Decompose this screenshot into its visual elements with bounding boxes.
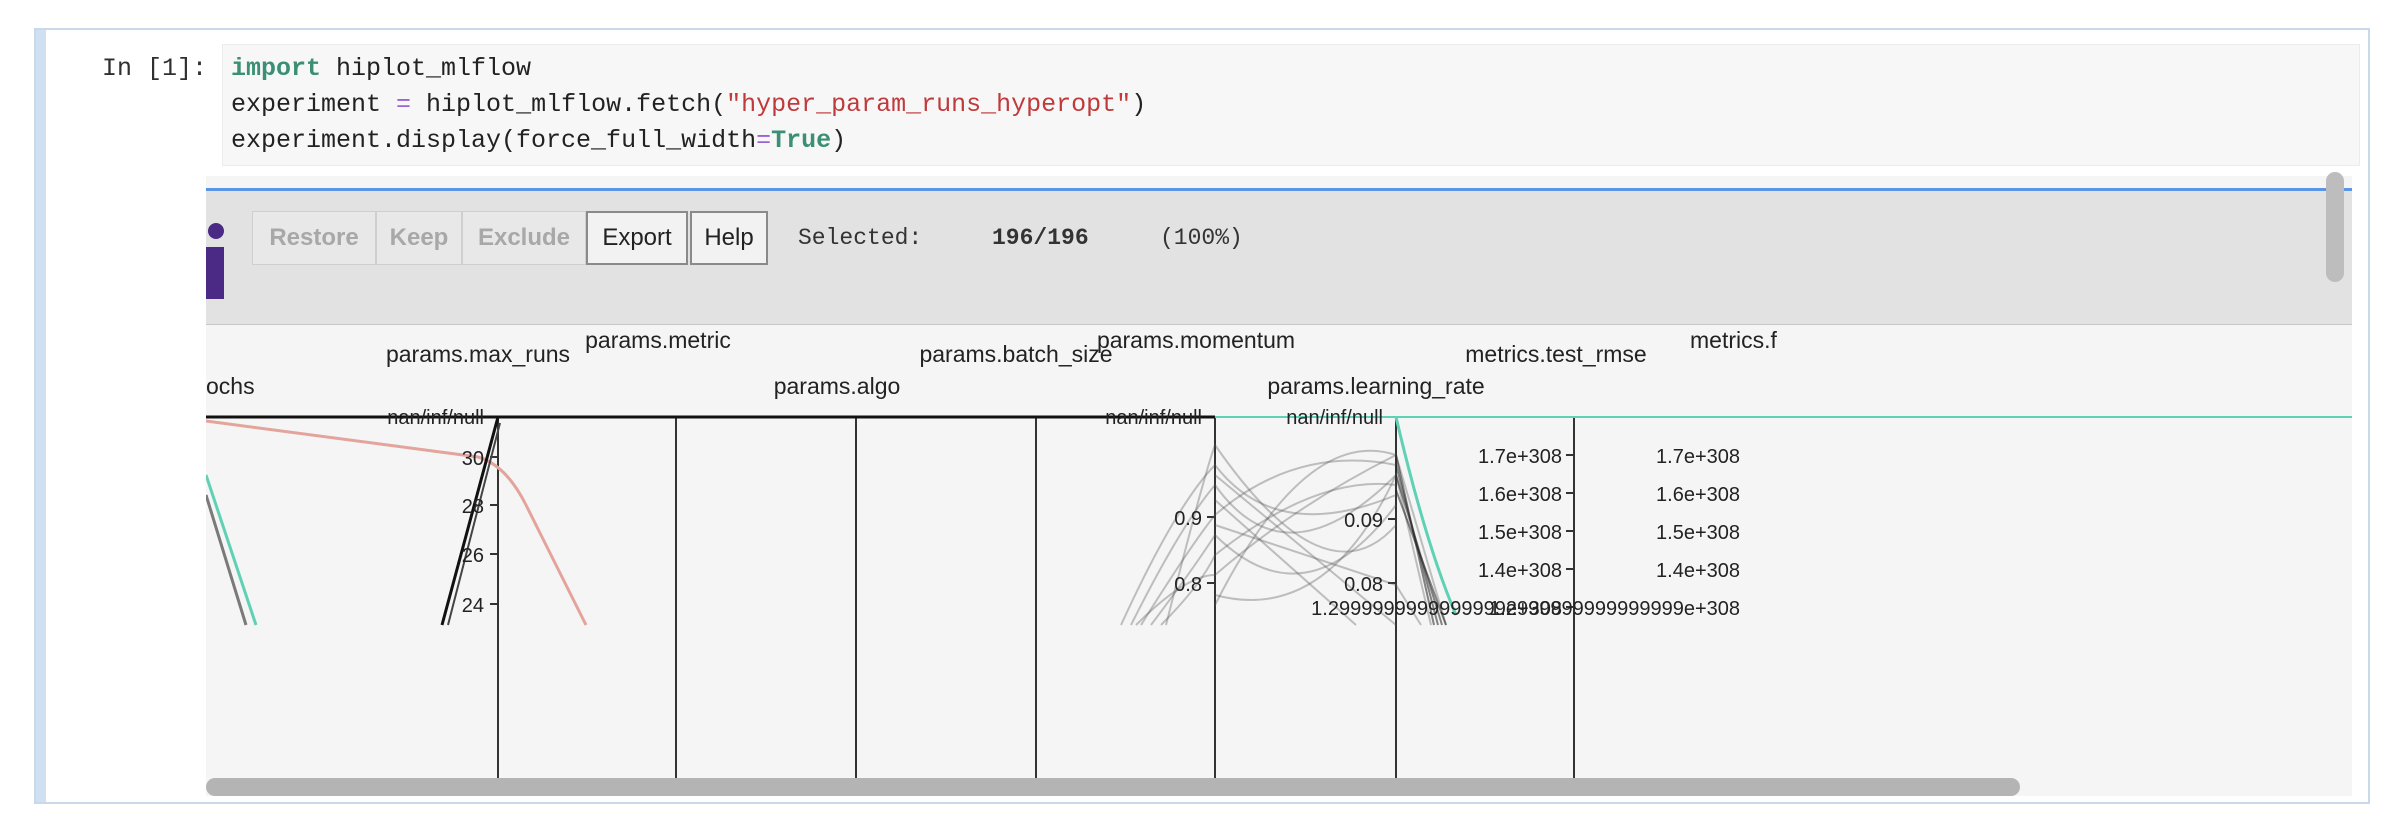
code-line-2: experiment = hiplot_mlflow.fetch("hyper_… [231, 87, 2359, 123]
tick-label: 1.5e+308 [1478, 522, 1562, 544]
hiplot-logo-icon [206, 223, 224, 299]
axis-line-algo [848, 416, 857, 796]
tick-labels: nan/inf/null 30 28 26 24 nan/inf/null 0.… [387, 407, 1740, 620]
axis-title-epochs[interactable]: ochs [206, 373, 255, 399]
run-line [206, 474, 258, 626]
tick-label: 0.09 [1344, 510, 1383, 532]
axis-title-max-runs[interactable]: params.max_runs [386, 341, 570, 367]
run-line [206, 419, 588, 626]
tick-label: 30 [462, 448, 484, 470]
axis-title-batch-size[interactable]: params.batch_size [919, 341, 1112, 367]
horizontal-scrollbar[interactable] [206, 778, 2020, 796]
tick-label: 0.9 [1174, 508, 1202, 530]
cell-prompt: In [1]: [102, 54, 208, 83]
selected-percent: (100%) [1160, 225, 1243, 251]
axis-title-momentum[interactable]: params.momentum [1097, 327, 1295, 353]
tick-label: 1.4e+308 [1478, 560, 1562, 582]
code-text: experiment [231, 90, 397, 119]
code-text: ) [1131, 90, 1147, 119]
tick-label: 24 [462, 595, 484, 617]
code-text: hiplot_mlflow [321, 54, 532, 83]
tick-label: 1.5e+308 [1656, 522, 1740, 544]
help-button[interactable]: Help [690, 211, 768, 265]
tick-label: 1.7e+308 [1478, 446, 1562, 468]
tick-marks [490, 416, 1574, 608]
tick-label: 0.8 [1174, 574, 1202, 596]
hiplot-output: Restore Keep Exclude Export Help Selecte… [206, 176, 2352, 796]
axis-titles: ochs params.max_runs params.metric param… [206, 327, 1778, 399]
code-text: hiplot_mlflow.fetch( [411, 90, 727, 119]
tick-label: 1.2999999999999999e+308 [1489, 598, 1740, 620]
run-line [206, 494, 248, 626]
axis-line-metric [668, 416, 677, 796]
code-text: experiment.display(force_full_width [231, 126, 757, 155]
code-operator: = [396, 90, 412, 119]
selected-count: 196/196 [992, 225, 1089, 251]
axis-title-learning-rate[interactable]: params.learning_rate [1267, 373, 1484, 399]
tick-label: 1.7e+308 [1656, 446, 1740, 468]
restore-button[interactable]: Restore [252, 211, 376, 265]
tick-label: nan/inf/null [1105, 407, 1202, 429]
tick-label: nan/inf/null [387, 407, 484, 429]
axis-title-algo[interactable]: params.algo [774, 373, 901, 399]
tick-label: nan/inf/null [1286, 407, 1383, 429]
selected-label: Selected: [798, 225, 923, 251]
code-keyword: import [231, 54, 322, 83]
hiplot-toolbar: Restore Keep Exclude Export Help Selecte… [206, 191, 2352, 325]
tick-label: 1.4e+308 [1656, 560, 1740, 582]
tick-label: 26 [462, 545, 484, 567]
axis-title-test-rmse[interactable]: metrics.test_rmse [1465, 341, 1646, 367]
tick-label: 1.6e+308 [1478, 484, 1562, 506]
tick-label: 1.6e+308 [1656, 484, 1740, 506]
axis-title-metric[interactable]: params.metric [585, 327, 731, 353]
code-line-1: import hiplot_mlflow [231, 51, 2359, 87]
axis-title-metrics-f[interactable]: metrics.f [1690, 327, 1778, 353]
code-keyword: True [771, 126, 832, 155]
keep-button[interactable]: Keep [376, 211, 462, 265]
cell-selection-bar [36, 30, 46, 802]
export-button[interactable]: Export [586, 211, 688, 265]
parallel-coordinates-plot[interactable]: ochs params.max_runs params.metric param… [206, 325, 2352, 796]
code-operator: = [756, 126, 772, 155]
code-text: ) [831, 126, 847, 155]
code-line-3: experiment.display(force_full_width=True… [231, 123, 2359, 159]
exclude-button[interactable]: Exclude [462, 211, 586, 265]
axis-line-batch-size [1028, 416, 1037, 796]
code-editor[interactable]: import hiplot_mlflow experiment = hiplot_… [222, 44, 2360, 166]
code-string: "hyper_param_runs_hyperopt" [726, 90, 1132, 119]
notebook-cell[interactable]: In [1]: import hiplot_mlflow experiment =… [34, 28, 2370, 804]
vertical-scrollbar[interactable] [2326, 172, 2344, 282]
tick-label: 28 [462, 496, 484, 518]
tick-label: 0.08 [1344, 574, 1383, 596]
run-lines [206, 415, 2352, 626]
